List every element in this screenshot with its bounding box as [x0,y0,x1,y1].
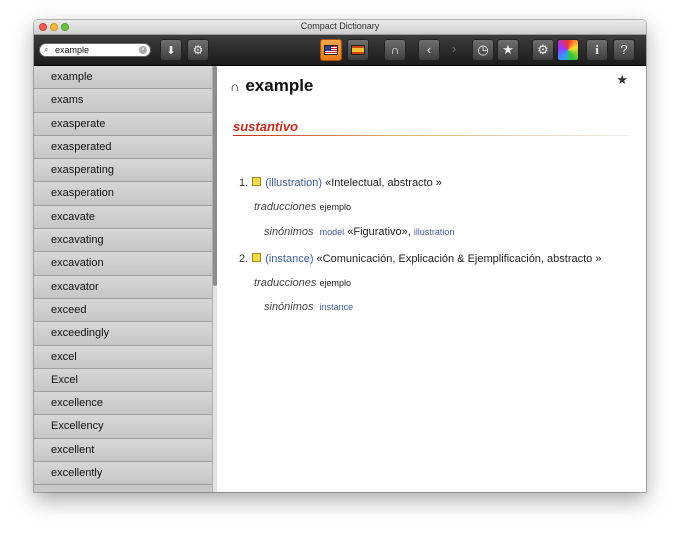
word-list-item[interactable]: exceed [34,298,212,323]
preferences-button[interactable]: ⚙ [532,39,554,61]
word-list-item[interactable]: exceedingly [34,322,212,346]
note-icon [252,177,262,186]
entry-headword: ∩ example [230,76,313,96]
synonyms-row: sinónimos model «Figurativo», illustrati… [264,226,454,238]
app-window: Compact Dictionary ⌕ × ⬇ ⚙ ∩ ‹ › ◷ ★ ⚙ i… [34,20,646,492]
translations-label: traducciones [254,277,317,289]
title-bar: Compact Dictionary [34,20,646,35]
sense-domain: «Intelectual, abstracto » [325,177,442,189]
sense-gloss[interactable]: (illustration) [265,177,322,189]
synonym-link[interactable]: model [320,227,345,237]
favorite-star-icon[interactable]: ★ [616,72,628,88]
history-button[interactable]: ◷ [472,39,494,61]
back-button[interactable]: ‹ [418,39,440,61]
forward-arrow-icon: › [451,41,457,56]
gears-icon: ⚙ [192,43,204,57]
word-list-item[interactable]: excellent [34,438,212,463]
info-icon: i [595,42,599,57]
word-list-item[interactable]: exasperate [34,112,212,136]
forward-button[interactable]: › [443,39,465,61]
magnifier-icon: ⌕ [44,45,49,54]
word-list-item[interactable]: exasperated [34,135,212,160]
translations-row: traducciones ejemplo [254,201,351,213]
word-list[interactable]: example exams exasperate exasperated exa… [34,66,212,492]
note-icon [252,253,262,262]
search-input[interactable] [55,44,135,56]
favorites-button[interactable]: ★ [497,39,519,61]
toolbar: ⌕ × ⬇ ⚙ ∩ ‹ › ◷ ★ ⚙ i ? [34,35,646,66]
word-list-item[interactable]: Excel [34,368,212,393]
english-language-button[interactable] [320,39,342,61]
headword-text: example [245,76,314,95]
synonym-domain: «Figurativo», [347,226,411,238]
sense-number: 2. [239,253,249,265]
sense-number: 1. [239,177,249,189]
word-list-item[interactable]: example [34,66,212,90]
star-icon: ★ [502,42,514,57]
word-list-item[interactable]: exasperating [34,159,212,183]
window-title: Compact Dictionary [300,21,380,31]
spanish-language-button[interactable] [347,39,369,61]
sense-2: 2. (instance) «Comunicación, Explicación … [239,253,601,265]
word-list-item[interactable]: excel [34,345,212,369]
word-list-item[interactable]: excavate [34,205,212,230]
download-button[interactable]: ⬇ [160,39,182,61]
sense-gloss[interactable]: (instance) [265,253,313,265]
settings-small-button[interactable]: ⚙ [187,39,209,61]
sense-domain: «Comunicación, Explicación & Ejemplifica… [316,253,602,265]
back-arrow-icon: ‹ [426,42,432,57]
gear-icon: ⚙ [537,42,549,57]
synonym-link[interactable]: illustration [414,227,455,237]
word-list-item[interactable]: excellently [34,462,212,486]
section-divider [233,135,629,136]
us-flag-icon [324,45,338,55]
headphones-icon: ∩ [390,43,400,57]
word-list-item[interactable]: excavation [34,252,212,276]
clear-search-icon[interactable]: × [139,46,147,54]
word-list-item[interactable]: excavator [34,275,212,299]
download-icon: ⬇ [166,45,176,57]
translation-value[interactable]: ejemplo [319,278,351,288]
definition-pane: ∩ example ★ sustantivo 1. (illustration) «… [217,66,646,492]
word-list-item[interactable]: exams [34,89,212,113]
history-icon: ◷ [477,42,489,57]
word-list-item[interactable]: excellence [34,392,212,416]
sense-1: 1. (illustration) «Intelectual, abstracto… [239,177,442,189]
translation-value[interactable]: ejemplo [319,202,351,212]
theme-button[interactable] [557,39,579,61]
word-list-item[interactable]: exasperation [34,182,212,206]
synonym-link[interactable]: instance [320,302,354,312]
translations-row: traducciones ejemplo [254,277,351,289]
pronounce-icon[interactable]: ∩ [230,79,239,94]
synonyms-label: sinónimos [264,226,314,238]
word-list-item[interactable]: Excellency [34,415,212,439]
word-list-item[interactable]: excavating [34,229,212,253]
spain-flag-icon [351,45,365,55]
part-of-speech: sustantivo [233,119,299,134]
help-icon: ? [620,42,628,57]
pronounce-button[interactable]: ∩ [384,39,406,61]
help-button[interactable]: ? [613,39,635,61]
search-field[interactable]: ⌕ × [39,43,151,57]
synonyms-row: sinónimos instance [264,301,353,313]
translations-label: traducciones [254,201,317,213]
synonyms-label: sinónimos [264,301,314,313]
info-button[interactable]: i [586,39,608,61]
